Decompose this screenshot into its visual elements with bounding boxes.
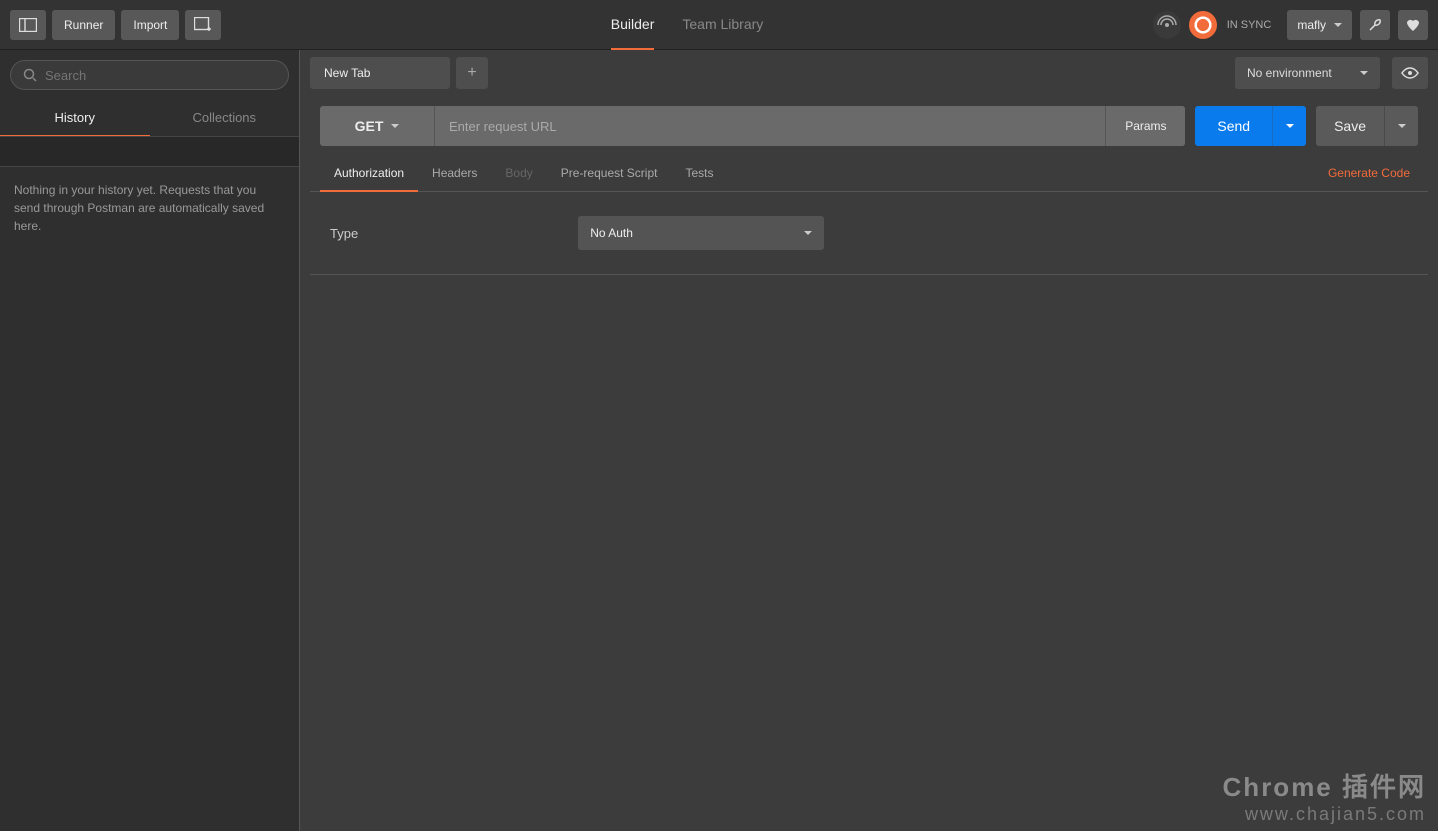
rtab-tests[interactable]: Tests: [671, 156, 727, 192]
satellite-icon: [1157, 15, 1177, 35]
send-dropdown[interactable]: [1272, 106, 1306, 146]
auth-type-value: No Auth: [590, 226, 633, 240]
search-box[interactable]: [10, 60, 289, 90]
window-plus-icon: [194, 17, 212, 33]
request-tabs-row: New Tab + No environment: [300, 50, 1438, 96]
auth-type-dropdown[interactable]: No Auth: [578, 216, 824, 250]
save-dropdown[interactable]: [1384, 106, 1418, 146]
sidebar-header-strip: [0, 137, 299, 167]
request-tab-0[interactable]: New Tab: [310, 57, 450, 89]
params-button[interactable]: Params: [1105, 106, 1185, 146]
request-subtabs: Authorization Headers Body Pre-request S…: [310, 156, 1428, 192]
eye-icon: [1401, 67, 1419, 79]
chevron-down-icon: [1286, 124, 1294, 128]
chevron-down-icon: [391, 124, 399, 128]
rtab-authorization[interactable]: Authorization: [320, 156, 418, 192]
search-input[interactable]: [45, 68, 276, 83]
auth-type-label: Type: [330, 226, 358, 241]
generate-code-link[interactable]: Generate Code: [1320, 156, 1418, 191]
user-menu[interactable]: mafly: [1287, 10, 1352, 40]
topbar-center-tabs: Builder Team Library: [221, 0, 1152, 50]
sidebar-tab-history[interactable]: History: [0, 100, 150, 137]
wrench-icon: [1367, 17, 1383, 33]
sync-status-text: IN SYNC: [1227, 19, 1272, 31]
url-row: GET Params Send Save: [310, 96, 1428, 156]
interceptor-button[interactable]: [1153, 11, 1181, 39]
search-icon: [23, 68, 37, 82]
save-group: Save: [1316, 106, 1418, 146]
tab-team-library[interactable]: Team Library: [682, 0, 763, 50]
chevron-down-icon: [1360, 71, 1368, 75]
history-empty-message: Nothing in your history yet. Requests th…: [14, 181, 285, 235]
chevron-down-icon: [1398, 124, 1406, 128]
topbar-right: IN SYNC mafly: [1153, 10, 1428, 40]
settings-button[interactable]: [1360, 10, 1390, 40]
chevron-down-icon: [1334, 23, 1342, 27]
add-tab-button[interactable]: +: [456, 57, 488, 89]
tab-builder[interactable]: Builder: [611, 0, 655, 50]
save-button[interactable]: Save: [1316, 106, 1384, 146]
topbar: Runner Import Builder Team Library IN SY…: [0, 0, 1438, 50]
rtab-body[interactable]: Body: [491, 156, 546, 192]
environment-label: No environment: [1247, 66, 1332, 80]
environment-dropdown[interactable]: No environment: [1235, 57, 1380, 89]
send-group: Send: [1195, 106, 1306, 146]
heart-icon: [1405, 17, 1421, 33]
method-label: GET: [355, 118, 384, 134]
import-button[interactable]: Import: [121, 10, 179, 40]
sidebar: History Collections Nothing in your hist…: [0, 50, 300, 831]
sidebar-body: Nothing in your history yet. Requests th…: [0, 136, 299, 249]
username-label: mafly: [1297, 18, 1326, 32]
method-url-group: GET Params: [320, 106, 1185, 146]
url-input-wrap: [435, 106, 1105, 146]
builder-card: GET Params Send Save: [310, 96, 1428, 275]
toggle-sidebar-button[interactable]: [10, 10, 46, 40]
url-input[interactable]: [435, 119, 1105, 134]
method-dropdown[interactable]: GET: [320, 106, 435, 146]
sync-indicator[interactable]: [1189, 11, 1217, 39]
new-window-button[interactable]: [185, 10, 221, 40]
rtab-headers[interactable]: Headers: [418, 156, 491, 192]
topbar-left: Runner Import: [10, 10, 221, 40]
main: New Tab + No environment GET: [300, 50, 1438, 831]
send-button[interactable]: Send: [1195, 106, 1272, 146]
auth-body: Type No Auth: [310, 192, 1428, 275]
environment-quicklook-button[interactable]: [1392, 57, 1428, 89]
rtab-prerequest[interactable]: Pre-request Script: [547, 156, 672, 192]
workspace: History Collections Nothing in your hist…: [0, 50, 1438, 831]
sidebar-tabs: History Collections: [0, 100, 299, 137]
runner-button[interactable]: Runner: [52, 10, 115, 40]
search-container: [0, 50, 299, 100]
heart-button[interactable]: [1398, 10, 1428, 40]
panel-icon: [19, 18, 37, 32]
sidebar-tab-collections[interactable]: Collections: [150, 100, 300, 137]
chevron-down-icon: [804, 231, 812, 235]
